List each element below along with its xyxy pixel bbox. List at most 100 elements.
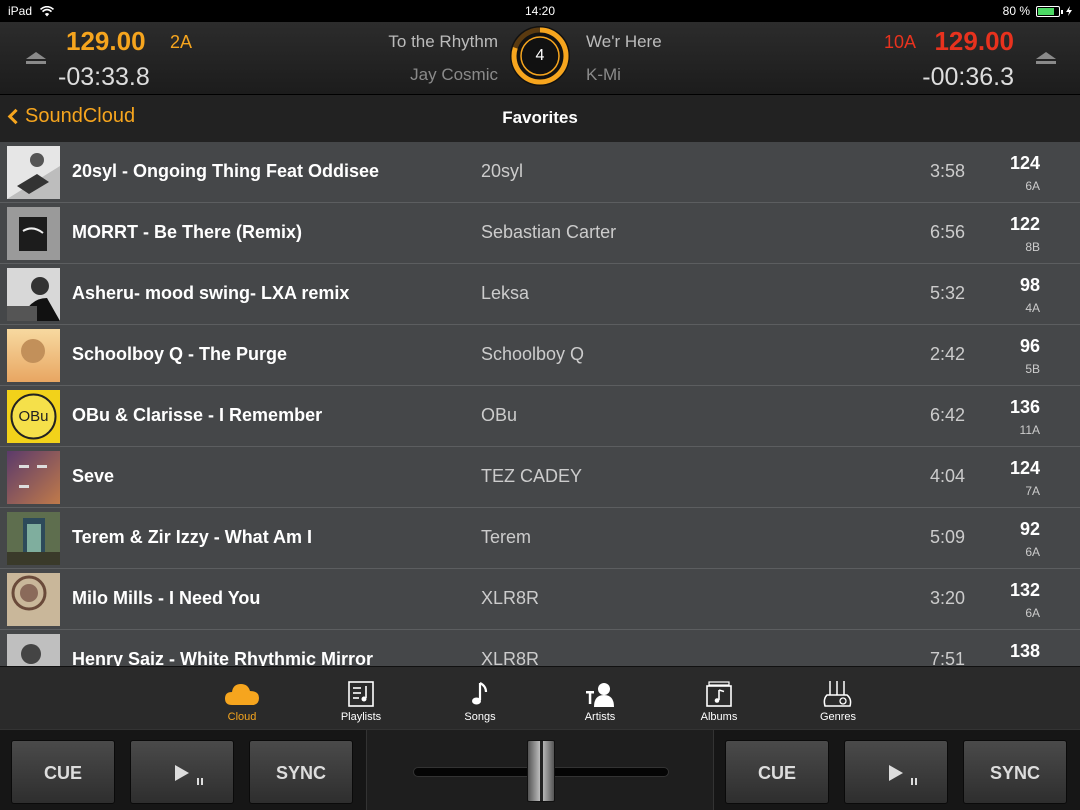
track-title: OBu & Clarisse - I Remember [72,405,323,425]
track-row[interactable]: Asheru- mood swing- LXA remix Leksa 5:32 98… [0,264,1080,325]
deck-a-play-pause-button[interactable] [130,740,234,804]
back-label: SoundCloud [25,105,136,127]
album-art [7,512,60,565]
svg-text:OBu: OBu [18,408,48,425]
track-bpm: 96 [1019,336,1040,356]
page-title: Favorites [502,108,578,127]
status-left: iPad [8,4,55,18]
track-key: 6A [1025,606,1040,620]
track-row[interactable]: Milo Mills - I Need You XLR8R 3:20 132 6A [0,569,1080,630]
album-art [7,146,60,199]
track-artist: OBu [481,405,518,425]
deck-a-key: 2A [170,32,193,52]
album-art [7,634,60,666]
album-art [7,207,60,260]
deck-a-artist: Jay Cosmic [410,65,498,84]
tab-songs[interactable]: Songs [430,677,530,723]
track-bpm: 136 [1009,397,1040,417]
status-right: 80 % [1003,4,1072,18]
track-row[interactable]: 20syl - Ongoing Thing Feat Oddisee 20syl 3… [0,142,1080,203]
track-row[interactable]: Schoolboy Q - The Purge Schoolboy Q 2:42 96… [0,325,1080,386]
track-title: Milo Mills - I Need You [72,588,261,608]
deck-b-cue-button[interactable]: CUE [725,740,829,804]
track-row[interactable]: Seve TEZ CADEY 4:04 124 7A [0,447,1080,508]
deck-a-title: To the Rhythm [388,32,498,51]
nav-bar: SoundCloud Favorites [0,95,1080,142]
tab-albums[interactable]: Albums [669,677,769,723]
crossfader-area [366,730,714,810]
genres-icon [823,681,852,707]
track-duration: 3:58 [929,161,965,181]
chevron-left-icon [7,108,24,125]
track-bpm: 138 [1009,641,1040,661]
deck-b-title: We'r Here [586,32,662,51]
track-key: 4A [1025,301,1040,315]
album-art [7,329,60,382]
track-bpm: 132 [1009,580,1040,600]
deck-a-cue-button[interactable]: CUE [11,740,115,804]
status-bar: iPad 14:20 80 % [0,0,1080,22]
pause-icon [911,778,917,785]
deck-b-key: 10A [883,32,916,52]
play-icon [175,765,189,781]
tab-artists[interactable]: Artists [550,677,650,723]
track-row[interactable]: MORRT - Be There (Remix) Sebastian Carter… [0,203,1080,264]
battery-percent: 80 % [1002,4,1030,18]
track-row[interactable]: Terem & Zir Izzy - What Am I Terem 5:09 92 6… [0,508,1080,569]
album-art: OBu [7,390,60,443]
tab-label: Songs [464,711,496,723]
track-title: Asheru- mood swing- LXA remix [72,283,350,303]
tab-bar: Cloud Playlists Songs Artists Albums Gen… [0,666,1080,729]
deck-b-play-pause-button[interactable] [844,740,948,804]
track-artist: 20syl [481,161,524,181]
album-art [7,573,60,626]
tab-genres[interactable]: Genres [788,677,888,723]
track-bpm: 124 [1009,153,1040,173]
center-dial[interactable]: 4 [508,24,572,88]
track-bpm: 92 [1019,519,1040,539]
track-key: 5B [1025,362,1040,376]
album-art [7,268,60,321]
tab-label: Cloud [227,711,257,723]
artist-icon [586,683,614,707]
track-artist: Sebastian Carter [481,222,617,242]
track-artist: Leksa [481,283,530,303]
track-duration: 6:42 [929,405,965,425]
back-button[interactable]: SoundCloud [6,105,135,128]
pause-icon [197,778,203,785]
tab-label: Artists [584,711,616,723]
deck-a-eject-icon[interactable] [26,52,46,66]
deck-a-sync-button[interactable]: SYNC [249,740,353,804]
track-duration: 6:56 [929,222,965,242]
deck-b-eject-icon[interactable] [1036,52,1056,66]
track-key: 8B [1025,240,1040,254]
deck-a-time: -03:33.8 [58,63,150,91]
deck-b-artist: K-Mi [586,65,621,84]
charging-icon [1066,6,1072,16]
deck-a-bpm: 129.00 [66,26,146,56]
app-root: iPad 14:20 80 % 129.00 2A -03:33.8 To th… [0,0,1080,810]
track-key: 11A [1019,423,1040,437]
track-row[interactable]: OBu OBu & Clarisse - I Remember OBu 6:42 136… [0,386,1080,447]
dial-value: 4 [535,47,545,64]
track-key: 7A [1025,484,1040,498]
tab-playlists[interactable]: Playlists [311,677,411,723]
tab-label: Genres [819,711,857,723]
wifi-icon [40,5,55,16]
crossfader-handle[interactable] [527,740,555,802]
battery-icon [1036,5,1063,17]
track-title: Schoolboy Q - The Purge [72,344,288,364]
deck-info-bar: 129.00 2A -03:33.8 To the Rhythm Jay Cos… [0,22,1080,95]
track-row[interactable]: Henry Saiz - White Rhythmic Mirror XLR8R 7… [0,630,1080,666]
deck-b-sync-button[interactable]: SYNC [963,740,1067,804]
track-duration: 3:20 [929,588,965,608]
track-duration: 5:32 [929,283,965,303]
track-list[interactable]: 20syl - Ongoing Thing Feat Oddisee 20syl 3… [0,142,1080,666]
track-bpm: 122 [1009,214,1040,234]
track-title: 20syl - Ongoing Thing Feat Oddisee [72,161,380,181]
tab-cloud[interactable]: Cloud [192,677,292,723]
track-key: 6A [1025,545,1040,559]
cloud-icon [225,684,259,705]
track-duration: 5:09 [929,527,965,547]
music-note-icon [472,682,488,705]
